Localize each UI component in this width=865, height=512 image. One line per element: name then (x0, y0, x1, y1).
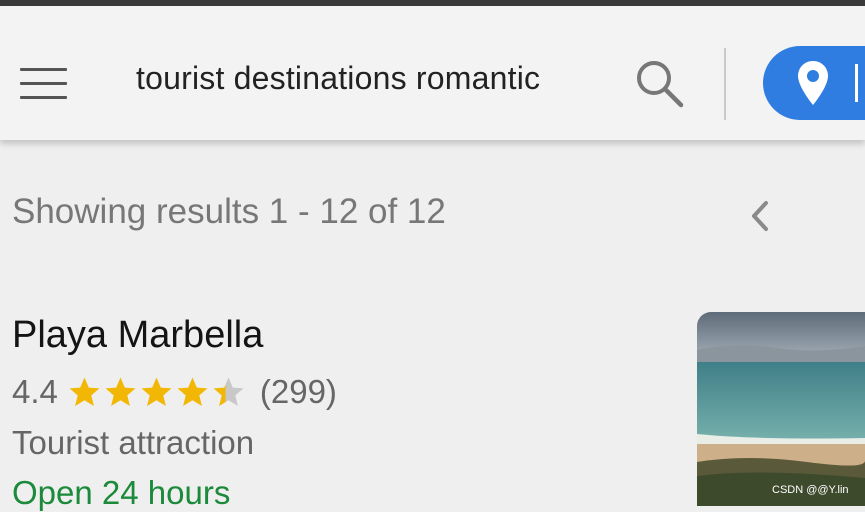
results-summary: Showing results 1 - 12 of 12 (12, 192, 446, 231)
star-icon (141, 377, 172, 406)
place-title[interactable]: Playa Marbella (12, 314, 263, 357)
watermark: CSDN @@Y.lin (772, 484, 849, 496)
location-button[interactable] (763, 46, 865, 120)
star-icon (105, 377, 136, 406)
search-bar: tourist destinations romantic (0, 6, 865, 140)
star-icon (177, 377, 208, 406)
place-category: Tourist attraction (12, 424, 255, 461)
star-rating (68, 376, 248, 409)
chevron-left-icon[interactable] (748, 200, 772, 232)
rating-value: 4.4 (12, 373, 58, 410)
search-input[interactable]: tourist destinations romantic (136, 60, 540, 97)
search-icon[interactable] (634, 58, 686, 110)
rating-row: 4.4 (299) (12, 372, 337, 412)
review-count[interactable]: (299) (260, 373, 337, 411)
open-status: Open 24 hours (12, 474, 231, 511)
location-button-separator (855, 64, 858, 102)
search-divider (724, 48, 726, 120)
menu-icon[interactable] (20, 68, 68, 100)
star-icon (213, 377, 244, 406)
star-icon (69, 377, 100, 406)
location-pin-icon (798, 61, 828, 105)
place-photo[interactable] (697, 312, 865, 506)
